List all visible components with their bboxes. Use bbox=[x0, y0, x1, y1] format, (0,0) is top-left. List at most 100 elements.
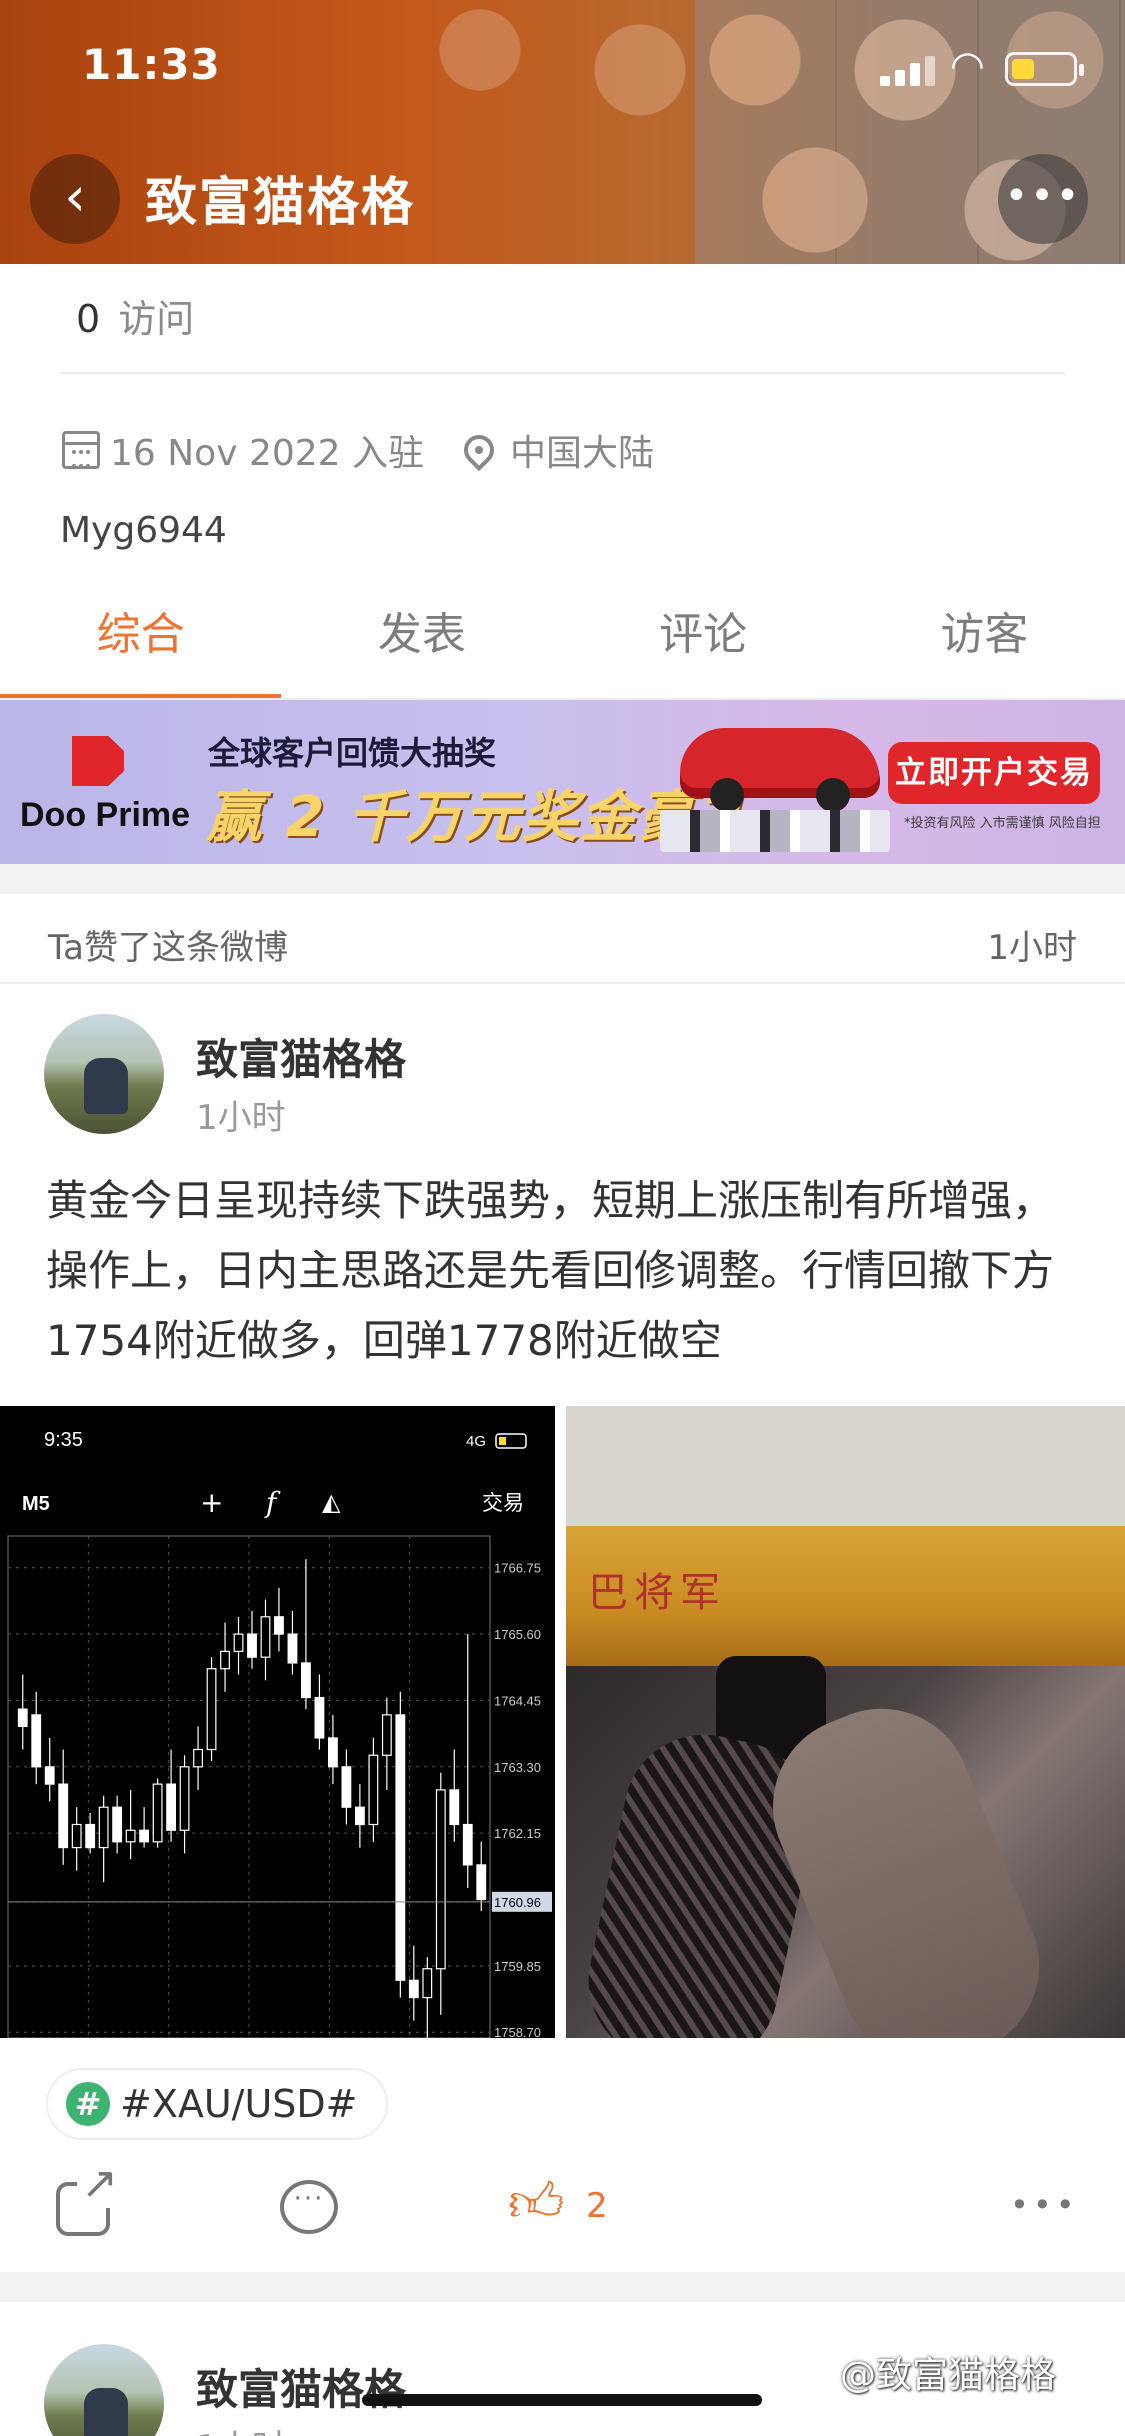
candle-body bbox=[152, 1783, 163, 1843]
share-icon[interactable] bbox=[56, 2160, 118, 2236]
candle-body bbox=[71, 1823, 82, 1849]
candle-body bbox=[193, 1748, 203, 1768]
profile-bio: Myg6944 bbox=[60, 510, 227, 551]
candle-body bbox=[31, 1714, 42, 1768]
avatar[interactable] bbox=[44, 2344, 164, 2436]
section-gap bbox=[0, 864, 1125, 894]
photo-table: 巴将军 bbox=[566, 1526, 1125, 1666]
candle-body bbox=[139, 1829, 150, 1843]
chart-battery-level bbox=[499, 1437, 506, 1445]
candlestick-chart: 9:35 4G M5 + f ◭ 交易 1766.75 1765.60 1764.4… bbox=[7, 1429, 552, 2038]
candle-body bbox=[449, 1789, 460, 1826]
activity-header: Ta赞了这条微博 1小时 bbox=[0, 894, 1125, 984]
visits-label: 访问 bbox=[118, 297, 195, 341]
profile-tabs: 综合 发表 评论 访客 bbox=[0, 590, 1125, 700]
candle-body bbox=[408, 1979, 419, 1999]
candle-body bbox=[206, 1668, 217, 1751]
visits-stat: 0 访问 bbox=[76, 288, 194, 343]
location-pin-icon bbox=[457, 428, 501, 472]
price-tick-label: 1762.15 bbox=[494, 1826, 541, 1841]
hashtag-chip[interactable]: # #XAU/USD# bbox=[46, 2068, 388, 2140]
post-more-icon[interactable]: ••• bbox=[1010, 2186, 1079, 2224]
candle-body bbox=[301, 1662, 311, 1699]
candle-body bbox=[44, 1766, 55, 1785]
profile-meta: 16 Nov 2022 入驻 中国大陆 bbox=[62, 424, 654, 476]
crosshair-icon: + bbox=[200, 1486, 223, 1519]
chart-network: 4G bbox=[466, 1433, 486, 1450]
signal-icon bbox=[880, 54, 938, 86]
function-icon: f bbox=[264, 1486, 281, 1519]
tab-visitors[interactable]: 访客 bbox=[844, 590, 1125, 700]
candle-body bbox=[125, 1829, 136, 1843]
candle-body bbox=[166, 1783, 177, 1831]
more-options-icon[interactable]: ••• bbox=[998, 154, 1088, 244]
watermark: @致富猫格格 bbox=[840, 2355, 1057, 2396]
ad-brand: Doo Prime bbox=[20, 796, 191, 834]
price-tick-label: 1759.85 bbox=[494, 1959, 541, 1974]
home-indicator[interactable] bbox=[362, 2394, 762, 2406]
post-time: 1小时 bbox=[196, 1098, 286, 1138]
price-tick-label: 1763.30 bbox=[494, 1760, 541, 1775]
location: 中国大陆 bbox=[510, 433, 655, 474]
candle-body bbox=[368, 1754, 379, 1826]
candle-body bbox=[247, 1633, 257, 1658]
ad-banner[interactable]: Doo Prime 全球客户回馈大抽奖 赢 2 千万元奖金豪礼 立即开户交易 *… bbox=[0, 700, 1125, 864]
back-icon[interactable]: ‹ bbox=[30, 154, 120, 244]
candle-body bbox=[220, 1650, 230, 1670]
candle-body bbox=[274, 1616, 284, 1635]
like-count: 2 bbox=[586, 2186, 608, 2226]
candle-body bbox=[112, 1806, 123, 1843]
post-text: 黄金今日呈现持续下跌强势，短期上涨压制有所增强，操作上，日内主思路还是先看回修调… bbox=[46, 1176, 1055, 1365]
candle-body bbox=[179, 1766, 190, 1831]
post-image-chart[interactable]: 9:35 4G M5 + f ◭ 交易 1766.75 1765.60 1764.4… bbox=[0, 1406, 555, 2038]
photo-sign-text: 巴将军 bbox=[588, 1570, 726, 1616]
join-date: 16 Nov 2022 入驻 bbox=[110, 433, 425, 474]
candle-body bbox=[354, 1806, 365, 1826]
doo-prime-logo-icon bbox=[72, 736, 124, 786]
candle-body bbox=[381, 1714, 392, 1756]
ad-cta-button[interactable]: 立即开户交易 bbox=[888, 742, 1100, 804]
activity-time: 1小时 bbox=[987, 928, 1077, 968]
chart-status-time: 9:35 bbox=[44, 1429, 83, 1451]
candle-body bbox=[98, 1806, 109, 1849]
post-author[interactable]: 致富猫格格 bbox=[196, 1026, 406, 1087]
post-image-photo[interactable]: 巴将军 bbox=[566, 1406, 1125, 2038]
candle-body bbox=[476, 1864, 487, 1901]
divider bbox=[60, 372, 1065, 374]
candle-body bbox=[395, 1714, 406, 1981]
ad-prizes-image bbox=[660, 810, 890, 852]
candle-body bbox=[327, 1737, 338, 1768]
tab-overview[interactable]: 综合 bbox=[0, 590, 282, 700]
activity-label: Ta赞了这条微博 bbox=[48, 928, 288, 968]
candle-body bbox=[341, 1766, 352, 1808]
header-background-image bbox=[380, 0, 710, 160]
ad-disclaimer: *投资有风险 入市需谨慎 风险自担 bbox=[904, 816, 1101, 831]
wifi-icon: ◠ bbox=[950, 43, 985, 89]
objects-icon: ◭ bbox=[322, 1488, 341, 1516]
section-gap bbox=[0, 2272, 1125, 2302]
candle-body bbox=[422, 1968, 433, 1999]
avatar[interactable] bbox=[44, 1014, 164, 1134]
hashtag-text: #XAU/USD# bbox=[120, 2082, 358, 2126]
hashtag-icon: # bbox=[66, 2082, 110, 2126]
tab-posts[interactable]: 发表 bbox=[281, 590, 562, 700]
candle-body bbox=[260, 1616, 271, 1658]
like-icon[interactable]: 👍︎ bbox=[508, 2176, 564, 2230]
status-time: 11:33 bbox=[82, 40, 221, 89]
ad-car-image bbox=[680, 728, 880, 812]
calendar-icon bbox=[62, 431, 100, 469]
candle-body bbox=[314, 1696, 325, 1739]
visits-count: 0 bbox=[76, 297, 101, 341]
page-title: 致富猫格格 bbox=[145, 173, 416, 233]
candle-body bbox=[58, 1783, 69, 1849]
post-author[interactable]: 致富猫格格 bbox=[196, 2356, 406, 2417]
candle-body bbox=[287, 1633, 298, 1664]
price-tick-label: 1766.75 bbox=[494, 1561, 541, 1576]
chart-trade-label: 交易 bbox=[482, 1491, 524, 1515]
price-tick-label: 1760.96 bbox=[494, 1895, 541, 1910]
comment-icon[interactable]: ··· bbox=[280, 2180, 338, 2234]
candle-body bbox=[85, 1823, 96, 1849]
post-time: 1小时 bbox=[196, 2420, 286, 2436]
tab-comments[interactable]: 评论 bbox=[563, 590, 844, 700]
price-tick-label: 1765.60 bbox=[494, 1627, 541, 1642]
